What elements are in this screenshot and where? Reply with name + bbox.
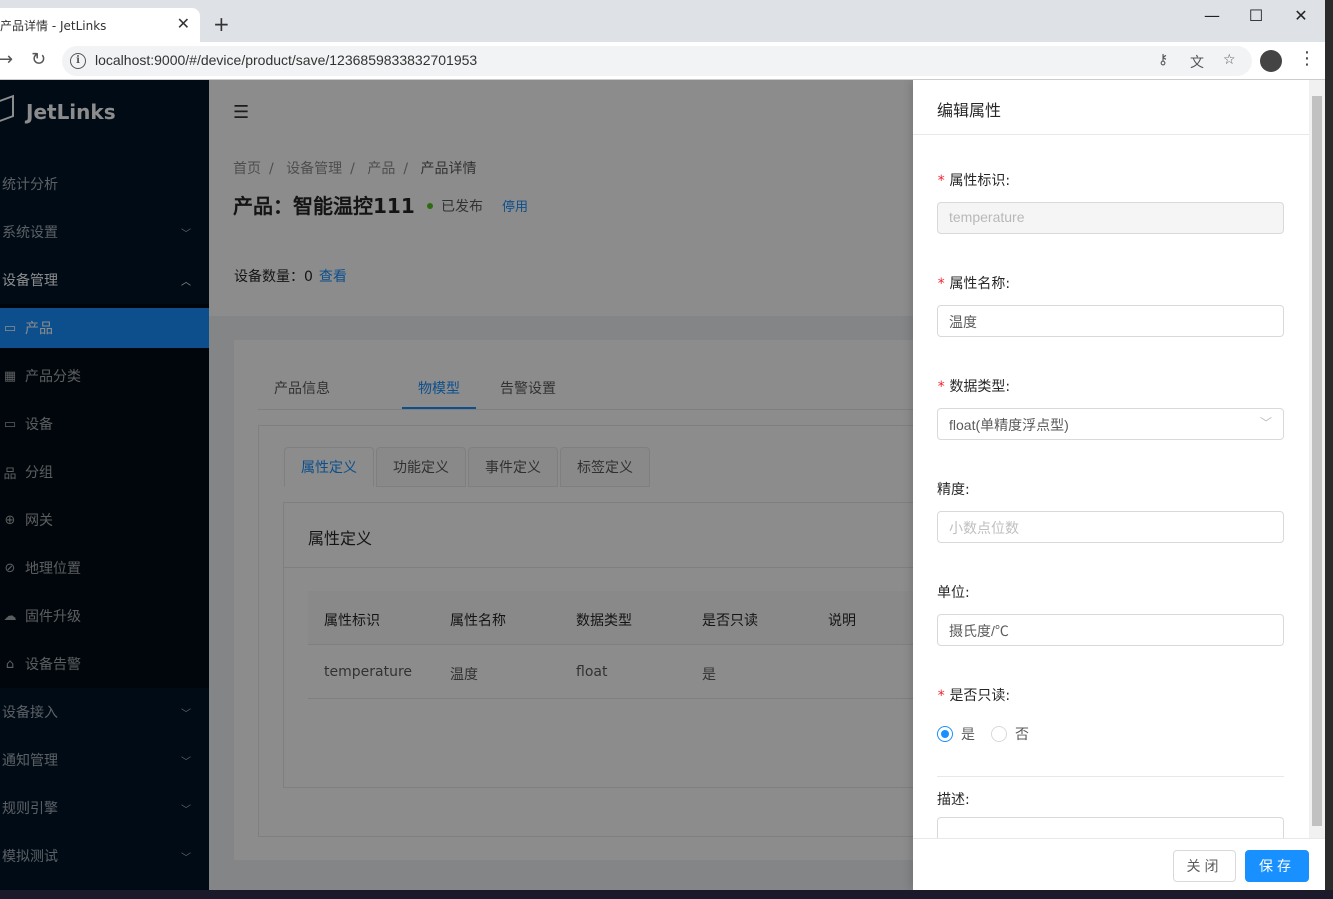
- property-name-input[interactable]: 温度: [937, 305, 1284, 337]
- maximize-icon[interactable]: ☐: [1241, 6, 1271, 25]
- drawer-mask[interactable]: [0, 80, 913, 890]
- unit-select[interactable]: 摄氏度/℃: [937, 614, 1284, 646]
- property-name-label: * 属性名称:: [937, 276, 1011, 292]
- close-tab-icon[interactable]: ✕: [177, 16, 190, 32]
- precision-input[interactable]: 小数点位数: [937, 511, 1284, 543]
- browser-tab-bar: 产品详情 - JetLinks ✕ + — ☐ ✕: [0, 0, 1325, 42]
- reload-icon[interactable]: ↻: [31, 50, 46, 70]
- readonly-label: * 是否只读:: [937, 688, 1011, 704]
- star-icon[interactable]: ☆: [1223, 52, 1236, 68]
- window-close-icon[interactable]: ✕: [1286, 6, 1316, 25]
- divider: [937, 776, 1284, 777]
- precision-label: 精度:: [937, 482, 970, 498]
- browser-tab-title: 产品详情 - JetLinks: [0, 18, 107, 33]
- readonly-no-label[interactable]: 否: [1015, 724, 1029, 744]
- edit-property-drawer: 编辑属性 * 属性标识: temperature * 属性名称: 温度 * 数据类型:…: [913, 80, 1325, 890]
- unit-label: 单位:: [937, 585, 970, 601]
- background-window-edge: [1325, 0, 1333, 899]
- drawer-scrollbar[interactable]: [1309, 80, 1325, 838]
- translate-icon[interactable]: 文: [1190, 52, 1204, 72]
- save-button[interactable]: 保存: [1245, 850, 1309, 882]
- os-taskbar: [0, 890, 1333, 899]
- readonly-no-radio[interactable]: [991, 726, 1007, 742]
- close-button[interactable]: 关闭: [1173, 850, 1236, 882]
- drawer-footer: 关闭 保存: [913, 838, 1325, 890]
- minimize-icon[interactable]: —: [1197, 6, 1227, 25]
- profile-icon[interactable]: [1260, 50, 1282, 72]
- info-icon[interactable]: i: [70, 53, 86, 69]
- property-id-label: * 属性标识:: [937, 173, 1011, 189]
- new-tab-icon[interactable]: +: [213, 14, 230, 34]
- drawer-title: 编辑属性: [937, 101, 1002, 120]
- url-text[interactable]: localhost:9000/#/device/product/save/123…: [95, 52, 477, 68]
- app: JetLinks 统计分析 系统设置 ﹀ 设备管理 ︿ ▭ 产品 ▦ 产品分类 …: [0, 80, 1325, 890]
- scrollbar-thumb[interactable]: [1312, 96, 1322, 826]
- more-menu-icon[interactable]: ⋮: [1298, 48, 1316, 69]
- readonly-yes-radio[interactable]: [937, 726, 953, 742]
- address-bar[interactable]: i localhost:9000/#/device/product/save/1…: [62, 46, 1252, 76]
- data-type-value: float(单精度浮点型): [949, 417, 1069, 433]
- readonly-yes-label[interactable]: 是: [961, 724, 975, 744]
- browser-toolbar: → ↻ i localhost:9000/#/device/product/sa…: [0, 42, 1325, 80]
- description-label: 描述:: [937, 792, 970, 808]
- key-icon[interactable]: ⚷: [1158, 52, 1168, 68]
- data-type-select[interactable]: float(单精度浮点型) ﹀: [937, 408, 1284, 440]
- forward-icon[interactable]: →: [0, 50, 13, 70]
- drawer-header: 编辑属性: [913, 80, 1325, 135]
- data-type-label: * 数据类型:: [937, 379, 1011, 395]
- browser-tab[interactable]: 产品详情 - JetLinks ✕: [0, 8, 200, 42]
- property-id-input[interactable]: temperature: [937, 202, 1284, 234]
- chevron-down-icon: ﹀: [1259, 416, 1272, 430]
